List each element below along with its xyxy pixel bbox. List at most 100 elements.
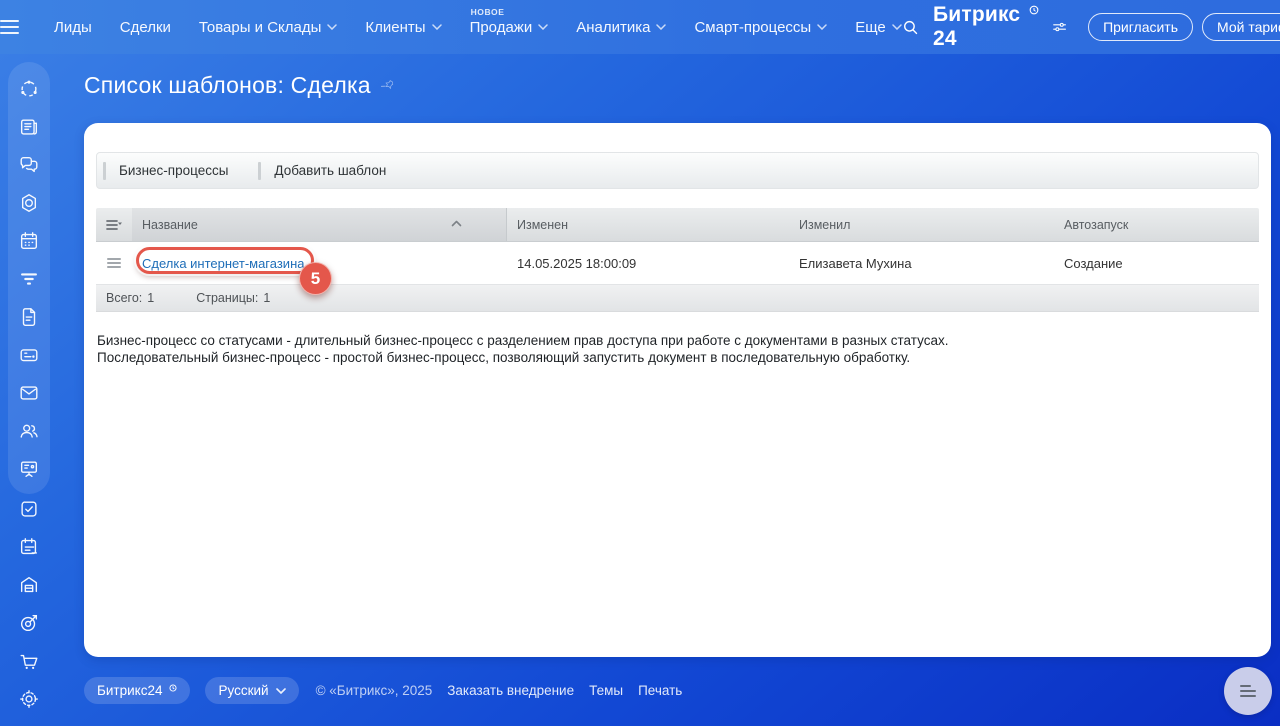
nav-item-deals[interactable]: Сделки xyxy=(120,19,171,36)
toolbar-divider xyxy=(103,161,106,180)
chevron-down-icon xyxy=(538,24,548,30)
column-label: Изменил xyxy=(799,217,851,232)
schedule-icon[interactable] xyxy=(18,536,40,558)
order-implementation-link[interactable]: Заказать внедрение xyxy=(447,683,574,698)
nav-label: Аналитика xyxy=(576,18,651,36)
copyright-text: © «Битрикс», 2025 xyxy=(315,683,433,698)
new-badge: НОВОЕ xyxy=(470,6,505,17)
board-icon[interactable] xyxy=(18,458,40,480)
table-summary: Всего: 1 Страницы: 1 xyxy=(96,285,1259,312)
print-link[interactable]: Печать xyxy=(638,683,682,698)
column-label: Изменен xyxy=(517,217,569,232)
nav-item-sales[interactable]: НОВОЕ Продажи xyxy=(469,7,549,36)
column-header-modified[interactable]: Изменен xyxy=(507,208,789,241)
chevron-down-icon xyxy=(656,24,667,30)
sidebar-main-group xyxy=(8,62,50,494)
clock-icon xyxy=(169,683,178,692)
add-template-button[interactable]: Добавить шаблон xyxy=(258,161,387,180)
toolbar-button-label: Добавить шаблон xyxy=(274,163,387,178)
search-icon[interactable] xyxy=(902,17,919,38)
warehouse-icon[interactable] xyxy=(18,574,40,596)
page-title: Список шаблонов: Сделка xyxy=(84,72,371,98)
row-drag-handle[interactable] xyxy=(96,242,132,284)
pin-icon[interactable] xyxy=(380,78,397,94)
language-selector[interactable]: Русский xyxy=(205,677,299,704)
sort-asc-icon xyxy=(451,220,462,227)
invite-button[interactable]: Пригласить xyxy=(1088,13,1194,41)
modified-cell: 14.05.2025 18:00:09 xyxy=(517,255,637,271)
sliders-icon[interactable] xyxy=(1053,20,1066,34)
page-footer: Битрикс24 Русский © «Битрикс», 2025 Зака… xyxy=(84,677,682,704)
chevron-down-icon xyxy=(431,24,442,30)
nav-label: Смарт-процессы xyxy=(694,18,812,36)
my-plan-button[interactable]: Мой тариф xyxy=(1202,13,1280,41)
annotation-highlight xyxy=(136,247,314,274)
chevron-down-icon xyxy=(817,24,827,30)
pages-count: Страницы: 1 xyxy=(196,291,271,305)
topbar-right: Битрикс 24 Пригласить Мой тариф Помощь xyxy=(902,3,1280,51)
top-bar: Лиды Сделки Товары и Склады Клиенты НОВО… xyxy=(0,0,1280,54)
column-label: Автозапуск xyxy=(1064,217,1129,232)
left-sidebar xyxy=(0,54,58,726)
bitrix24-app: Лиды Сделки Товары и Склады Клиенты НОВО… xyxy=(0,0,1280,726)
toolbar-divider xyxy=(258,161,262,180)
nav-item-more[interactable]: Еще xyxy=(855,19,902,36)
grid-settings-button[interactable] xyxy=(96,208,132,241)
cart-icon[interactable] xyxy=(18,650,40,672)
column-header-modified-by[interactable]: Изменил xyxy=(789,208,1054,241)
messenger-icon[interactable] xyxy=(18,154,40,176)
settings-icon[interactable] xyxy=(18,688,40,710)
annotation-badge: 5 xyxy=(299,262,332,295)
column-header-autorun[interactable]: Автозапуск xyxy=(1054,208,1258,241)
document-icon[interactable] xyxy=(18,306,40,328)
chevron-down-icon xyxy=(275,687,286,694)
description-line: Бизнес-процесс со статусами - длительный… xyxy=(97,333,949,348)
chevron-down-icon xyxy=(891,24,902,30)
chevron-down-icon xyxy=(327,24,338,30)
automation-icon[interactable] xyxy=(18,192,40,214)
mail-icon[interactable] xyxy=(18,382,40,404)
footer-brand-button[interactable]: Битрикс24 xyxy=(84,677,191,704)
target-icon[interactable] xyxy=(18,612,40,634)
top-nav: Лиды Сделки Товары и Склады Клиенты НОВО… xyxy=(54,7,902,36)
list-icon xyxy=(1240,685,1256,697)
total-count: Всего: 1 xyxy=(106,291,155,305)
network-icon[interactable] xyxy=(18,78,40,100)
bitrix24-logo[interactable]: Битрикс 24 xyxy=(933,3,1039,51)
nav-label: Товары и Склады xyxy=(198,18,322,36)
clock-icon xyxy=(1029,5,1039,15)
language-label: Русский xyxy=(218,683,269,698)
context-toolbar: Бизнес-процессы Добавить шаблон xyxy=(96,152,1259,189)
logo-text: Битрикс 24 xyxy=(932,3,1021,50)
autorun-cell: Создание xyxy=(1064,255,1123,271)
crm-funnel-icon[interactable] xyxy=(18,268,40,290)
nav-item-leads[interactable]: Лиды xyxy=(54,19,92,36)
users-icon[interactable] xyxy=(18,420,40,442)
topbar-buttons: Пригласить Мой тариф Помощь xyxy=(1088,13,1280,41)
process-description: Бизнес-процесс со статусами - длительный… xyxy=(97,332,1255,366)
main-menu-button[interactable] xyxy=(0,26,19,28)
tasks-icon[interactable] xyxy=(18,498,40,520)
quick-menu-button[interactable] xyxy=(1224,667,1272,715)
business-processes-button[interactable]: Бизнес-процессы xyxy=(103,161,229,180)
nav-label: Еще xyxy=(855,18,886,36)
nav-label: Клиенты xyxy=(365,18,426,36)
themes-link[interactable]: Темы xyxy=(589,683,623,698)
description-line: Последовательный бизнес-процесс - просто… xyxy=(97,350,911,365)
toolbar-button-label: Бизнес-процессы xyxy=(119,163,229,178)
nav-label: Сделки xyxy=(119,18,171,36)
calendar-icon[interactable] xyxy=(18,230,40,252)
table-header: Название Изменен Изменил Автозапуск xyxy=(96,208,1259,242)
column-header-name[interactable]: Название xyxy=(132,208,507,241)
nav-item-products[interactable]: Товары и Склады xyxy=(199,19,338,36)
nav-item-analytics[interactable]: Аналитика xyxy=(576,18,667,36)
column-label: Название xyxy=(142,217,198,232)
footer-brand-label: Битрикс24 xyxy=(97,683,163,698)
cashbox-icon[interactable] xyxy=(18,344,40,366)
sidebar-secondary-group xyxy=(8,498,50,710)
nav-item-clients[interactable]: Клиенты xyxy=(365,18,442,36)
templates-card: Бизнес-процессы Добавить шаблон Название… xyxy=(84,123,1271,657)
nav-label: Продажи xyxy=(469,18,533,36)
nav-item-smart-processes[interactable]: Смарт-процессы xyxy=(694,19,827,36)
news-icon[interactable] xyxy=(18,116,40,138)
